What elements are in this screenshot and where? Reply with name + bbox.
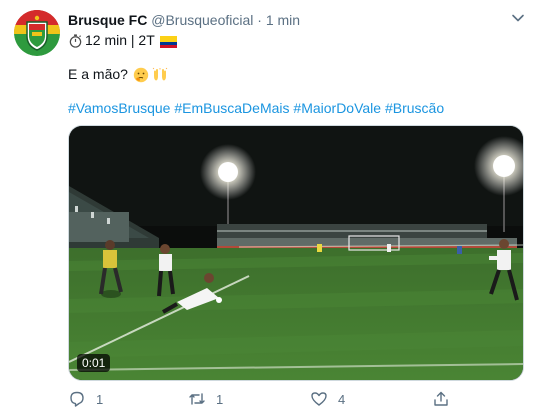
tweet-text: E a mão? [68, 66, 168, 83]
tweet-timestamp[interactable]: 1 min [266, 12, 300, 28]
thinking-face-emoji [133, 67, 149, 82]
hashtag-link[interactable]: #VamosBrusque [68, 100, 170, 116]
reply-count: 1 [96, 391, 104, 407]
match-status-text: 12 min | 2T [85, 32, 155, 48]
share-button[interactable] [432, 390, 460, 408]
reply-button[interactable]: 1 [68, 390, 103, 408]
share-icon [434, 391, 448, 406]
hashtag-link[interactable]: #Bruscão [385, 100, 444, 116]
raising-hands-emoji [152, 67, 168, 80]
tweet-card[interactable]: Brusque FC @Brusqueoficial · 1 min 12 mi… [0, 0, 556, 414]
retweet-icon [189, 393, 205, 405]
hashtag-link[interactable]: #EmBuscaDeMais [174, 100, 289, 116]
brusque-crest-logo [14, 10, 60, 56]
hashtag-list: #VamosBrusque #EmBuscaDeMais #MaiorDoVal… [68, 100, 444, 117]
like-count: 4 [338, 391, 346, 407]
like-button[interactable]: 4 [310, 390, 345, 408]
separator-dot: · [257, 12, 262, 28]
video-player[interactable]: 0:01 [68, 125, 524, 381]
video-duration: 0:01 [77, 354, 111, 372]
display-name[interactable]: Brusque FC [68, 12, 147, 28]
tweet-header: Brusque FC @Brusqueoficial · 1 min [68, 12, 300, 29]
reply-icon [70, 391, 84, 407]
avatar[interactable] [14, 10, 60, 56]
stopwatch-icon [69, 34, 82, 48]
tweet-status-line: 12 min | 2T [68, 32, 177, 49]
hashtag-link[interactable]: #MaiorDoVale [293, 100, 381, 116]
video-frame-football-match [69, 126, 523, 380]
like-icon [311, 392, 327, 406]
colombia-flag-icon [159, 35, 177, 48]
retweet-button[interactable]: 1 [188, 390, 223, 408]
user-handle[interactable]: @Brusqueoficial [151, 12, 253, 28]
retweet-count: 1 [216, 391, 224, 407]
tweet-text-content: E a mão? [68, 66, 128, 82]
tweet-actions: 1 1 4 [68, 390, 468, 410]
chevron-down-icon[interactable] [510, 10, 526, 26]
